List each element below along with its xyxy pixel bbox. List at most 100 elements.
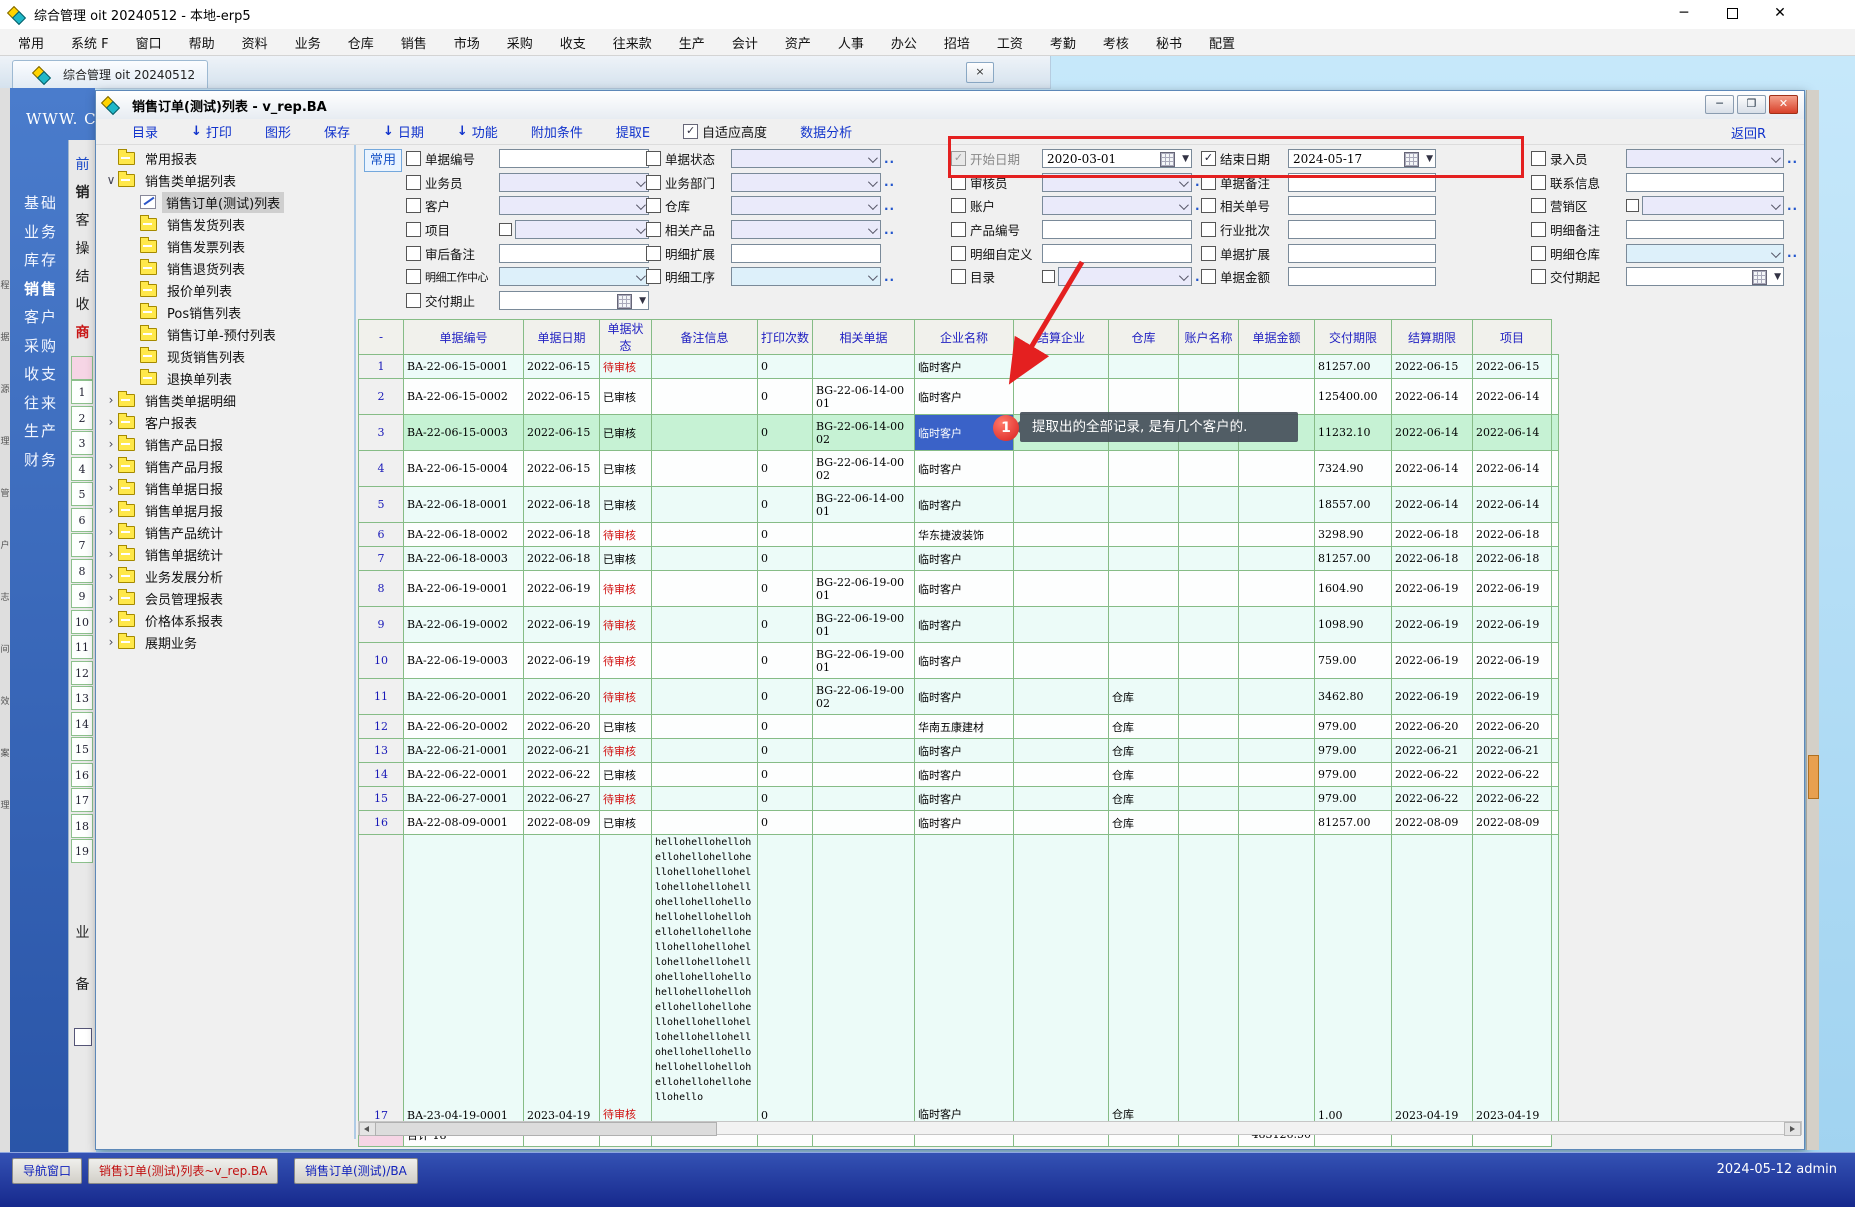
- filter-联系信息-checkbox[interactable]: [1531, 175, 1546, 190]
- cell-r16c12[interactable]: 2022-08-09: [1392, 811, 1473, 835]
- cell-r15c0[interactable]: BA-22-06-27-0001: [404, 787, 524, 811]
- cell-r2c6[interactable]: 临时客户: [915, 379, 1014, 415]
- filter-单据备注-checkbox[interactable]: [1201, 175, 1216, 190]
- report-close-icon[interactable]: ✕: [1769, 95, 1798, 114]
- cell-r13c0[interactable]: BA-22-06-21-0001: [404, 739, 524, 763]
- cell-r10c0[interactable]: BA-22-06-19-0003: [404, 643, 524, 679]
- cell-r16c2[interactable]: 已审核: [600, 811, 652, 835]
- cell-r10c9[interactable]: [1179, 643, 1239, 679]
- filter-单据状态-combo[interactable]: [731, 149, 881, 168]
- scroll-left-icon[interactable]: [359, 1122, 376, 1136]
- menu-item-14[interactable]: 资产: [785, 33, 811, 52]
- cell-r4c0[interactable]: BA-22-06-15-0004: [404, 451, 524, 487]
- menu-item-10[interactable]: 收支: [560, 33, 586, 52]
- taskbar-button-2[interactable]: 销售订单(测试)/BA: [294, 1158, 418, 1184]
- cell-r6c11[interactable]: 3298.90: [1315, 523, 1392, 547]
- vertical-scrollbar-thumb[interactable]: [1808, 755, 1819, 799]
- cell-r15c10[interactable]: [1239, 787, 1315, 811]
- table-row[interactable]: 16BA-22-08-09-00012022-08-09已审核0临时客户仓库81…: [359, 811, 1559, 835]
- cell-r6c9[interactable]: [1179, 523, 1239, 547]
- tree-item-20[interactable]: ›会员管理报表: [100, 587, 352, 609]
- cell-r9c4[interactable]: 0: [758, 607, 813, 643]
- cell-r15c4[interactable]: 0: [758, 787, 813, 811]
- cell-r11c0[interactable]: BA-22-06-20-0001: [404, 679, 524, 715]
- cell-r3c1[interactable]: 2022-06-15: [524, 415, 600, 451]
- menu-item-1[interactable]: 系统 F: [71, 33, 109, 52]
- tree-item-2[interactable]: 销售订单(测试)列表: [100, 191, 352, 213]
- table-row[interactable]: 9BA-22-06-19-00022022-06-19待审核0BG-22-06-…: [359, 607, 1559, 643]
- filter-相关单号-checkbox[interactable]: [1201, 198, 1216, 213]
- filter-目录-combo[interactable]: [1058, 267, 1192, 286]
- cell-r14c10[interactable]: [1239, 763, 1315, 787]
- cell-r4c5[interactable]: BG-22-06-14-0002: [813, 451, 915, 487]
- filter-产品编号-checkbox[interactable]: [951, 222, 966, 237]
- cell-r7c7[interactable]: [1014, 547, 1109, 571]
- grid-header-12[interactable]: 交付期限: [1315, 320, 1392, 355]
- filter-开始日期-checkbox[interactable]: [951, 151, 966, 166]
- lookup-button[interactable]: ..: [1787, 199, 1798, 213]
- filter-开始日期-date-input[interactable]: 2020-03-01▼: [1042, 149, 1192, 168]
- filter-相关产品-combo[interactable]: [731, 220, 881, 239]
- cell-r6c4[interactable]: 0: [758, 523, 813, 547]
- cell-r1c0[interactable]: BA-22-06-15-0001: [404, 355, 524, 379]
- filter-业务部门-combo[interactable]: [731, 173, 881, 192]
- filter-明细备注-input[interactable]: [1626, 220, 1784, 239]
- cell-r11c11[interactable]: 3462.80: [1315, 679, 1392, 715]
- table-row[interactable]: 15BA-22-06-27-00012022-06-27待审核0临时客户仓库97…: [359, 787, 1559, 811]
- cell-r2c10[interactable]: [1239, 379, 1315, 415]
- menu-item-12[interactable]: 生产: [679, 33, 705, 52]
- cell-r5c3[interactable]: [652, 487, 758, 523]
- cell-r5c9[interactable]: [1179, 487, 1239, 523]
- tree-item-7[interactable]: Pos销售列表: [100, 301, 352, 323]
- tree-expander-icon[interactable]: ›: [104, 415, 118, 429]
- cell-r14c1[interactable]: 2022-06-22: [524, 763, 600, 787]
- tree-item-10[interactable]: 退换单列表: [100, 367, 352, 389]
- cell-r10c8[interactable]: [1109, 643, 1179, 679]
- taskbar-button-1[interactable]: 销售订单(测试)列表~v_rep.BA: [88, 1158, 278, 1184]
- tree-item-0[interactable]: 常用报表: [100, 147, 352, 169]
- cell-r1c5[interactable]: [813, 355, 915, 379]
- filter-交付期止-date-input[interactable]: ▼: [499, 291, 649, 310]
- table-row[interactable]: 12BA-22-06-20-00022022-06-20已审核0华南五康建材仓库…: [359, 715, 1559, 739]
- tree-item-1[interactable]: ∨销售类单据列表: [100, 169, 352, 191]
- cell-r16c1[interactable]: 2022-08-09: [524, 811, 600, 835]
- cell-r7c9[interactable]: [1179, 547, 1239, 571]
- menu-item-15[interactable]: 人事: [838, 33, 864, 52]
- cell-r4c11[interactable]: 7324.90: [1315, 451, 1392, 487]
- dropdown-arrow-icon[interactable]: ▼: [639, 296, 646, 306]
- table-row[interactable]: 3BA-22-06-15-00032022-06-15已审核0BG-22-06-…: [359, 415, 1559, 451]
- cell-r17c8[interactable]: 仓库: [1109, 835, 1179, 1123]
- cell-r14c2[interactable]: 已审核: [600, 763, 652, 787]
- cell-r7c8[interactable]: [1109, 547, 1179, 571]
- cell-r14c14[interactable]: [1552, 763, 1559, 787]
- filter-录入员-combo[interactable]: [1626, 149, 1784, 168]
- tree-expander-icon[interactable]: ›: [104, 393, 118, 407]
- cell-r3c3[interactable]: [652, 415, 758, 451]
- cell-r4c10[interactable]: [1239, 451, 1315, 487]
- cell-r4c12[interactable]: 2022-06-14: [1392, 451, 1473, 487]
- cell-r9c0[interactable]: BA-22-06-19-0002: [404, 607, 524, 643]
- cell-r13c14[interactable]: [1552, 739, 1559, 763]
- cell-r16c10[interactable]: [1239, 811, 1315, 835]
- filter-明细扩展-checkbox[interactable]: [646, 246, 661, 261]
- minimize-icon[interactable]: ─: [1673, 4, 1695, 22]
- filter-业务员-combo[interactable]: [499, 173, 649, 192]
- cell-r4c8[interactable]: [1109, 451, 1179, 487]
- menu-item-21[interactable]: 秘书: [1156, 33, 1182, 52]
- cell-r7c0[interactable]: BA-22-06-18-0003: [404, 547, 524, 571]
- cell-r9c11[interactable]: 1098.90: [1315, 607, 1392, 643]
- filter-单据备注-input[interactable]: [1288, 173, 1436, 192]
- cell-r13c10[interactable]: [1239, 739, 1315, 763]
- menu-item-8[interactable]: 市场: [454, 33, 480, 52]
- cell-r4c1[interactable]: 2022-06-15: [524, 451, 600, 487]
- menu-item-18[interactable]: 工资: [997, 33, 1023, 52]
- cell-r1c4[interactable]: 0: [758, 355, 813, 379]
- cell-r8c1[interactable]: 2022-06-19: [524, 571, 600, 607]
- cell-r17c3[interactable]: hellohellohellohellohellohellohellohello…: [652, 835, 758, 1123]
- cell-r11c10[interactable]: [1239, 679, 1315, 715]
- filter-相关单号-input[interactable]: [1288, 196, 1436, 215]
- tree-item-5[interactable]: 销售退货列表: [100, 257, 352, 279]
- grid-header-5[interactable]: 打印次数: [758, 320, 813, 355]
- toolbar-button-0[interactable]: 目录: [132, 122, 158, 141]
- cell-r16c5[interactable]: [813, 811, 915, 835]
